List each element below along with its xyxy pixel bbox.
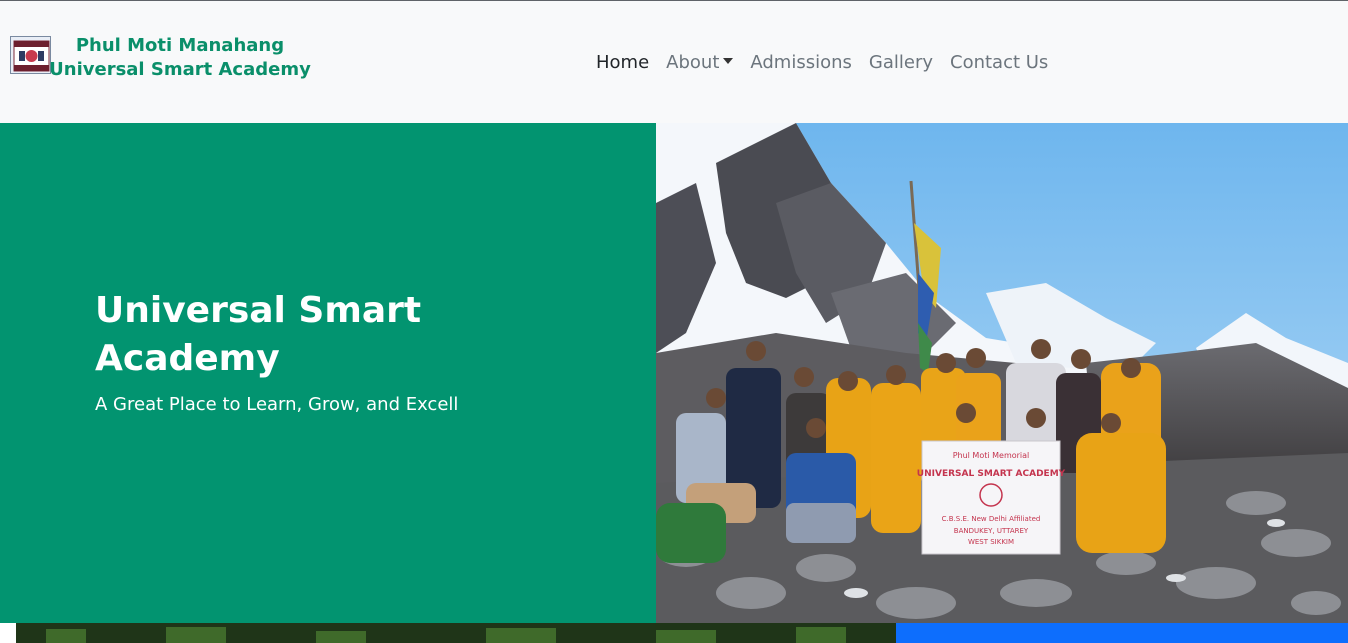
brand-line-1: Phul Moti Manahang — [75, 35, 285, 56]
banner-line-1: Phul Moti Memorial — [953, 451, 1030, 460]
banner-line-5: WEST SIKKIM — [968, 538, 1014, 546]
next-section-blue-panel — [896, 623, 1348, 643]
navbar: Phul Moti Manahang Universal Smart Acade… — [0, 1, 1348, 123]
banner-line-2: UNIVERSAL SMART ACADEMY — [917, 469, 1066, 479]
hero-title: Universal Smart Academy — [95, 290, 422, 379]
nav-home[interactable]: Home — [596, 50, 649, 76]
hero-text-panel: Universal Smart Academy A Great Place to… — [0, 123, 656, 623]
hero-subtitle: A Great Place to Learn, Grow, and Excell — [95, 394, 459, 415]
main-nav: Home About Admissions Gallery Contact Us — [596, 50, 1065, 76]
banner-line-3: C.B.S.E. New Delhi Affiliated — [942, 515, 1041, 523]
caret-down-icon — [723, 58, 734, 64]
brand-link[interactable]: Phul Moti Manahang Universal Smart Acade… — [10, 35, 320, 85]
brand-line-2: Universal Smart Academy — [49, 59, 311, 80]
next-section-photo — [16, 623, 896, 643]
banner-line-4: BANDUKEY, UTTAREY — [954, 527, 1029, 535]
nav-contact[interactable]: Contact Us — [950, 50, 1048, 76]
nav-about-label: About — [666, 52, 720, 73]
nav-about[interactable]: About — [666, 50, 734, 76]
hero-photo-mountain-group: Phul Moti Memorial UNIVERSAL SMART ACADE… — [656, 123, 1348, 623]
nav-admissions[interactable]: Admissions — [750, 50, 852, 76]
nav-gallery[interactable]: Gallery — [869, 50, 933, 76]
page-gutter — [0, 623, 16, 643]
